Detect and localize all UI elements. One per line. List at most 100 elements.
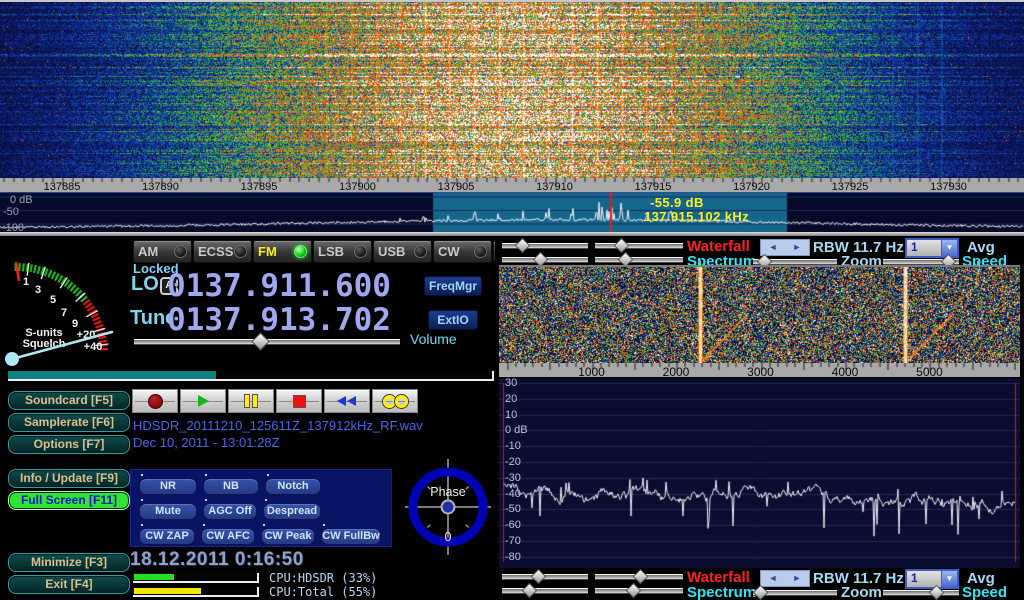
playback-progress-bar[interactable]: [8, 371, 494, 381]
slider-thumb-icon[interactable]: [531, 569, 547, 585]
waterfall-contrast-slider-bottom[interactable]: [595, 571, 683, 582]
stop-button[interactable]: [276, 389, 322, 413]
dsp-button-nr[interactable]: NR: [139, 478, 197, 495]
cpu-label: CPU:HDSDR (33%): [269, 571, 377, 585]
slider-thumb-icon[interactable]: [626, 583, 642, 599]
smeter-label-5: 5: [50, 294, 56, 306]
avg-select-value: 1: [907, 240, 941, 256]
mode-led-icon: [174, 245, 187, 258]
dsp-button-despread[interactable]: Despread: [263, 503, 321, 520]
left-button-full-screen[interactable]: Full Screen [F11]: [8, 491, 130, 510]
audio-freq-tick-label: 4000: [832, 365, 859, 379]
slider-thumb-icon[interactable]: [929, 585, 945, 600]
slider-track[interactable]: [595, 257, 683, 263]
dsp-button-cw-zap[interactable]: CW ZAP: [139, 528, 195, 545]
slider-thumb-icon[interactable]: [633, 569, 649, 585]
audio-freq-tick-label: 3000: [747, 365, 774, 379]
mode-button-usb[interactable]: USB: [373, 240, 432, 263]
left-button-soundcard[interactable]: Soundcard [F5]: [8, 391, 130, 410]
freqmgr-button[interactable]: FreqMgr: [424, 276, 482, 296]
waterfall-contrast-slider-top[interactable]: [595, 240, 683, 251]
audio-waterfall[interactable]: [499, 267, 1020, 363]
extio-button[interactable]: ExtIO: [428, 310, 478, 330]
audio-db-tick-label: -60: [505, 519, 521, 531]
waterfall-brightness-slider-bottom[interactable]: [502, 571, 588, 582]
audio-frequency-scale[interactable]: 10002000300040005000: [499, 363, 1020, 377]
scroll-left-icon[interactable]: ◄: [761, 240, 785, 255]
dsp-button-nb[interactable]: NB: [203, 478, 259, 495]
mode-label: AM: [138, 244, 158, 259]
audio-db-tick-label: -40: [505, 488, 521, 500]
avg-select-top[interactable]: 1▼: [905, 238, 959, 258]
pause-button[interactable]: [228, 389, 274, 413]
audio-db-tick-label: 30: [505, 377, 517, 389]
pan-scrollbar-bottom[interactable]: ◄►: [760, 570, 810, 587]
main-frequency-scale[interactable]: 1378851378901378951379001379051379101379…: [0, 178, 1024, 192]
volume-slider[interactable]: [134, 336, 400, 347]
waterfall-brightness-slider-top[interactable]: [502, 240, 588, 251]
speed-slider-bottom[interactable]: [883, 587, 959, 598]
mode-button-ecss[interactable]: ECSS: [193, 240, 252, 263]
dsp-button-notch[interactable]: Notch: [265, 478, 321, 495]
dsp-button-cw-peak[interactable]: CW Peak: [261, 528, 315, 545]
scroll-left-icon[interactable]: ◄: [761, 571, 785, 586]
smeter-label-3: 3: [35, 284, 41, 296]
mode-button-fm[interactable]: FM: [253, 240, 312, 263]
left-button-info-update[interactable]: Info / Update [F9]: [8, 469, 130, 488]
slider-thumb-icon[interactable]: [614, 238, 630, 254]
tune-frequency-display[interactable]: 0137.913.702: [167, 305, 391, 336]
zoom-label-bottom: Zoom: [841, 584, 882, 600]
mode-button-am[interactable]: AM: [133, 240, 192, 263]
zoom-slider-bottom[interactable]: [753, 587, 837, 598]
recording-filedate: Dec 10, 2011 - 13:01:28Z: [133, 435, 279, 450]
spectrum-brightness-slider-top[interactable]: [502, 254, 588, 265]
mode-label: FM: [258, 244, 277, 259]
left-button-minimize[interactable]: Minimize [F3]: [8, 553, 130, 572]
avg-select-bottom[interactable]: 1▼: [905, 569, 959, 589]
mode-button-lsb[interactable]: LSB: [313, 240, 372, 263]
slider-track[interactable]: [502, 588, 588, 594]
scroll-right-icon[interactable]: ►: [785, 571, 809, 586]
pan-scrollbar-top[interactable]: ◄►: [760, 239, 810, 256]
spectrum-tab-bottom[interactable]: Spectrum: [687, 584, 756, 600]
scroll-right-icon[interactable]: ►: [785, 240, 809, 255]
dsp-button-mute[interactable]: Mute: [139, 503, 197, 520]
slider-track[interactable]: [883, 590, 959, 596]
smeter-label-1: 1: [23, 276, 29, 288]
panel-divider: [0, 232, 1024, 236]
slider-thumb-icon[interactable]: [522, 583, 538, 599]
left-button-options[interactable]: Options [F7]: [8, 435, 130, 454]
chevron-down-icon[interactable]: ▼: [941, 571, 957, 587]
loop-button[interactable]: [372, 389, 418, 413]
left-button-samplerate[interactable]: Samplerate [F6]: [8, 413, 130, 432]
slider-thumb-icon[interactable]: [515, 238, 531, 254]
spectrum-contrast-slider-top[interactable]: [595, 254, 683, 265]
audio-spectrum[interactable]: 3020100 dB-10-20-30-40-50-60-70-80: [499, 378, 1020, 568]
spectrum-contrast-slider-bottom[interactable]: [595, 585, 683, 596]
record-button[interactable]: [132, 389, 178, 413]
slider-thumb-icon[interactable]: [753, 585, 769, 600]
dsp-button-cw-afc[interactable]: CW AFC: [201, 528, 255, 545]
play-icon: [198, 395, 209, 407]
squelch-knob[interactable]: [5, 352, 19, 366]
pause-icon: [243, 394, 259, 408]
dsp-button-agc-off[interactable]: AGC Off: [203, 503, 257, 520]
volume-thumb[interactable]: [251, 332, 269, 350]
mode-selector-row: AMECSSFMLSBUSBCWDRM: [133, 240, 553, 263]
slider-track[interactable]: [595, 243, 683, 249]
dsp-button-cw-fullbw[interactable]: CW FullBw: [321, 528, 381, 545]
main-waterfall[interactable]: [0, 2, 1024, 178]
mode-label: USB: [378, 244, 405, 259]
main-spectrum[interactable]: 0 dB -50 -100 -55.9 dB 137.915.102 kHz: [0, 192, 1024, 232]
lo-frequency-display[interactable]: 0137.911.600: [167, 271, 391, 302]
audio-db-tick-label: -80: [505, 551, 521, 563]
mode-button-cw[interactable]: CW: [433, 240, 492, 263]
s-meter[interactable]: 1 3 5 7 9 +20 +40 S-units Squelch: [2, 240, 126, 372]
phase-dial: Phase 0: [403, 452, 493, 560]
cpu-meter-row: CPU:Total (55%): [133, 585, 377, 599]
lo-label: LO: [131, 273, 159, 296]
spectrum-brightness-slider-bottom[interactable]: [502, 585, 588, 596]
left-button-exit[interactable]: Exit [F4]: [8, 575, 130, 594]
rewind-button[interactable]: [324, 389, 370, 413]
play-button[interactable]: [180, 389, 226, 413]
